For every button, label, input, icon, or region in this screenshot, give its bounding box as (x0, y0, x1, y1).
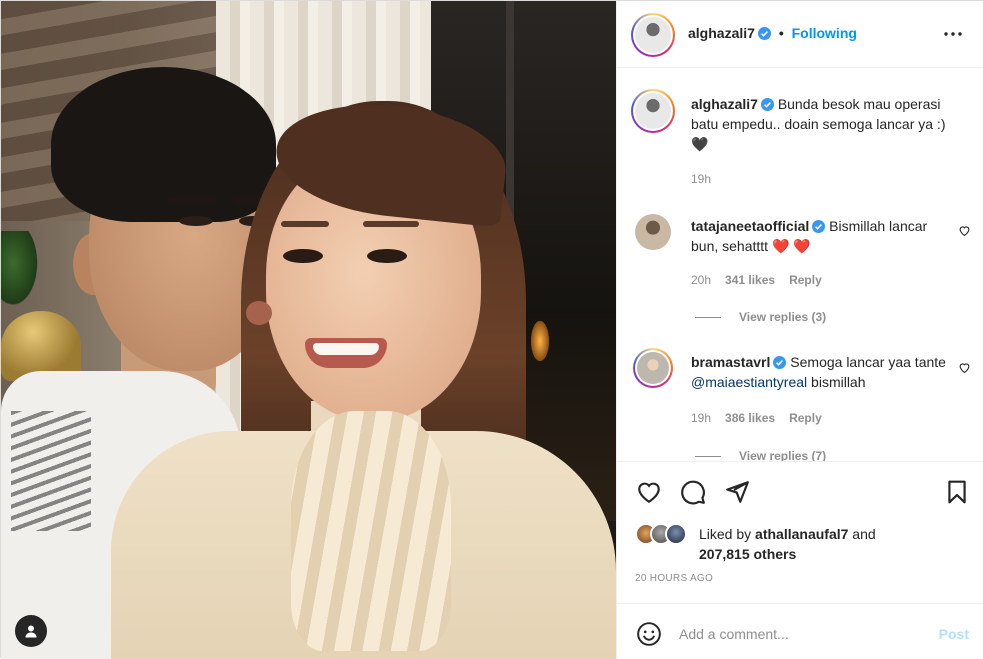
caption-meta: 19h (691, 172, 711, 186)
comment-text-after: bismillah (807, 374, 866, 390)
comment-heart-icon[interactable] (958, 224, 971, 237)
post-side-panel: alghazali7 • Following alghazali7 Bunda … (616, 1, 983, 659)
reply-button[interactable]: Reply (789, 273, 822, 287)
caption-time[interactable]: 19h (691, 172, 711, 186)
photo-son-lips (246, 301, 272, 325)
liked-by-username[interactable]: athallanaufal7 (755, 526, 848, 542)
separator-dot: • (778, 25, 784, 41)
liked-by-prefix: Liked by (699, 526, 756, 542)
author-username[interactable]: alghazali7 (688, 25, 755, 41)
post-photo[interactable] (1, 1, 616, 659)
verified-badge-icon (760, 98, 774, 111)
comments-list[interactable]: alghazali7 Bunda besok mau operasi batu … (617, 68, 983, 461)
photo-plant (1, 231, 41, 311)
following-button[interactable]: Following (792, 25, 857, 41)
verified-badge-icon (812, 220, 826, 233)
user-tag-icon[interactable] (15, 615, 47, 647)
comment-body: tatajaneetaofficial Bismillah lancar bun… (691, 216, 953, 256)
verified-badge-icon (773, 356, 787, 369)
comment-time[interactable]: 20h (691, 273, 711, 287)
mention-link[interactable]: @maiaestiantyreal (691, 374, 807, 390)
caption-author-avatar[interactable] (631, 89, 675, 133)
view-replies-button[interactable]: View replies (3) (695, 310, 826, 324)
comment-text-before: Semoga lancar yaa tante (790, 354, 946, 370)
comment-time[interactable]: 19h (691, 411, 711, 425)
liker-avatar[interactable] (665, 523, 687, 545)
bookmark-icon[interactable] (944, 479, 970, 505)
author-name-row: alghazali7 • Following (688, 25, 857, 41)
author-avatar[interactable] (631, 13, 675, 57)
liked-by-and: and (848, 526, 876, 542)
liked-by-text: Liked by athallanaufal7 and 207,815 other… (699, 524, 959, 564)
add-comment-bar: Post (617, 603, 983, 659)
verified-badge-icon (757, 27, 771, 40)
photo-mom-bow (291, 411, 451, 651)
paper-plane-icon[interactable] (724, 479, 750, 505)
reply-button[interactable]: Reply (789, 411, 822, 425)
comment-bubble-icon[interactable] (680, 479, 706, 505)
caption-body: alghazali7 Bunda besok mau operasi batu … (691, 94, 953, 154)
commenter-username[interactable]: bramastavrl (691, 354, 770, 370)
heart-icon[interactable] (636, 479, 662, 505)
comment-likes-count[interactable]: 386 likes (725, 411, 775, 425)
comment-input[interactable] (679, 620, 919, 648)
caption-author-username[interactable]: alghazali7 (691, 96, 758, 112)
post-header: alghazali7 • Following (617, 1, 983, 68)
commenter-avatar[interactable] (635, 214, 671, 250)
view-replies-button[interactable]: View replies (7) (695, 449, 826, 461)
commenter-username[interactable]: tatajaneetaofficial (691, 218, 809, 234)
comment-meta: 19h 386 likes Reply (691, 411, 822, 425)
comment-body: bramastavrl Semoga lancar yaa tante @mai… (691, 352, 953, 392)
post-timestamp[interactable]: 20 HOURS AGO (635, 573, 713, 584)
comment-heart-icon[interactable] (958, 361, 971, 374)
photo-lamp (531, 321, 549, 361)
commenter-avatar[interactable] (633, 348, 673, 388)
smiley-icon[interactable] (636, 621, 662, 647)
likes-count[interactable]: 207,815 others (699, 546, 796, 562)
post-dialog: alghazali7 • Following alghazali7 Bunda … (0, 0, 983, 659)
post-comment-button[interactable]: Post (939, 626, 969, 642)
comment-meta: 20h 341 likes Reply (691, 273, 822, 287)
more-options-icon[interactable] (941, 25, 965, 43)
comment-likes-count[interactable]: 341 likes (725, 273, 775, 287)
